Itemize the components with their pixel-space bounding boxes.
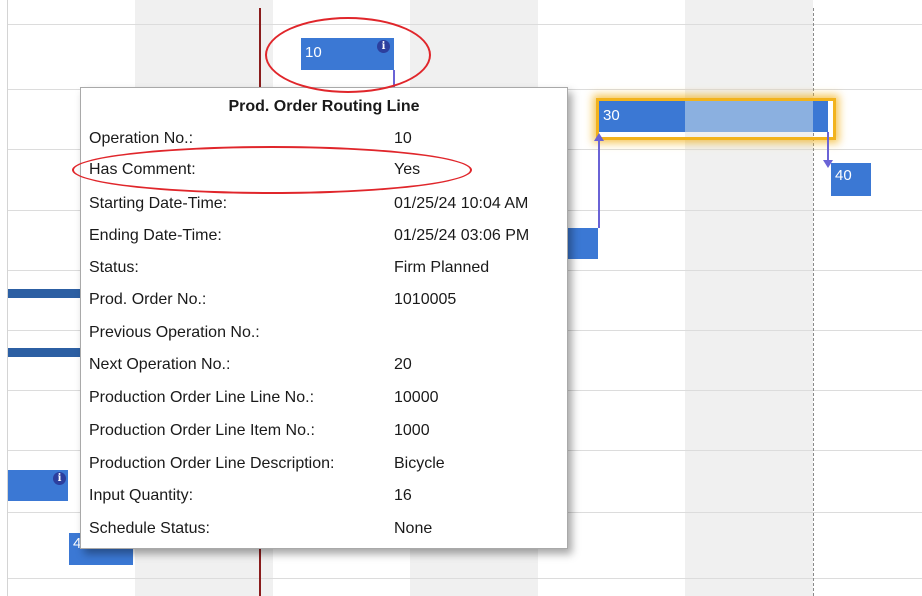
tooltip-label-status: Status: [89,259,139,276]
summary-bar[interactable] [8,348,88,357]
tooltip-label-starting-date-time: Starting Date-Time: [89,195,228,212]
operation-40-label: 40 [835,167,852,184]
tooltip-value-has-comment: Yes [394,161,421,178]
tooltip-value-prod-order-no: 1010005 [394,291,457,308]
tooltip-value-schedule-status: None [394,520,433,537]
summary-bar[interactable] [8,289,88,298]
operation-30-progress [685,101,813,132]
tooltip-label-schedule-status: Schedule Status: [89,520,210,537]
info-icon[interactable]: i [53,472,66,485]
tooltip-value-starting-date-time: 01/25/24 10:04 AM [394,195,529,212]
tooltip-label-operation-no: Operation No.: [89,130,194,147]
tooltip-value-description: Bicycle [394,455,445,472]
tooltip-value-input-quantity: 16 [394,487,412,504]
tooltip-label-has-comment: Has Comment: [89,161,196,178]
tooltip-title: Prod. Order Routing Line [228,98,420,115]
operation-10-label: 10 [305,44,322,61]
period-divider-dashed [813,8,814,596]
tooltip-label-previous-operation-no: Previous Operation No.: [89,324,260,341]
tooltip-value-ending-date-time: 01/25/24 03:06 PM [394,227,530,244]
tooltip-label-description: Production Order Line Description: [89,455,335,472]
dependency-link [598,140,600,228]
tooltip-value-status: Firm Planned [394,259,490,276]
tooltip-value-item-no: 1000 [394,422,430,439]
tooltip-value-line-no: 10000 [394,389,439,406]
dependency-link [393,70,395,88]
tooltip-label-line-no: Production Order Line Line No.: [89,389,315,406]
operation-40-bar[interactable]: 40 [831,163,871,196]
operation-30-label: 30 [603,107,620,124]
tooltip-label-input-quantity: Input Quantity: [89,487,194,504]
tooltip-value-next-operation-no: 20 [394,356,412,373]
routing-line-tooltip: Prod. Order Routing Line Operation No.: … [80,87,568,549]
tooltip-value-operation-no: 10 [394,130,412,147]
info-icon[interactable]: i [377,40,390,53]
tooltip-label-ending-date-time: Ending Date-Time: [89,227,222,244]
tooltip-label-next-operation-no: Next Operation No.: [89,356,231,373]
row-divider [8,578,922,579]
dependency-arrow-up [594,133,604,141]
tooltip-label-prod-order-no: Prod. Order No.: [89,291,207,308]
row-divider [8,24,922,25]
tooltip-label-item-no: Production Order Line Item No.: [89,422,315,439]
